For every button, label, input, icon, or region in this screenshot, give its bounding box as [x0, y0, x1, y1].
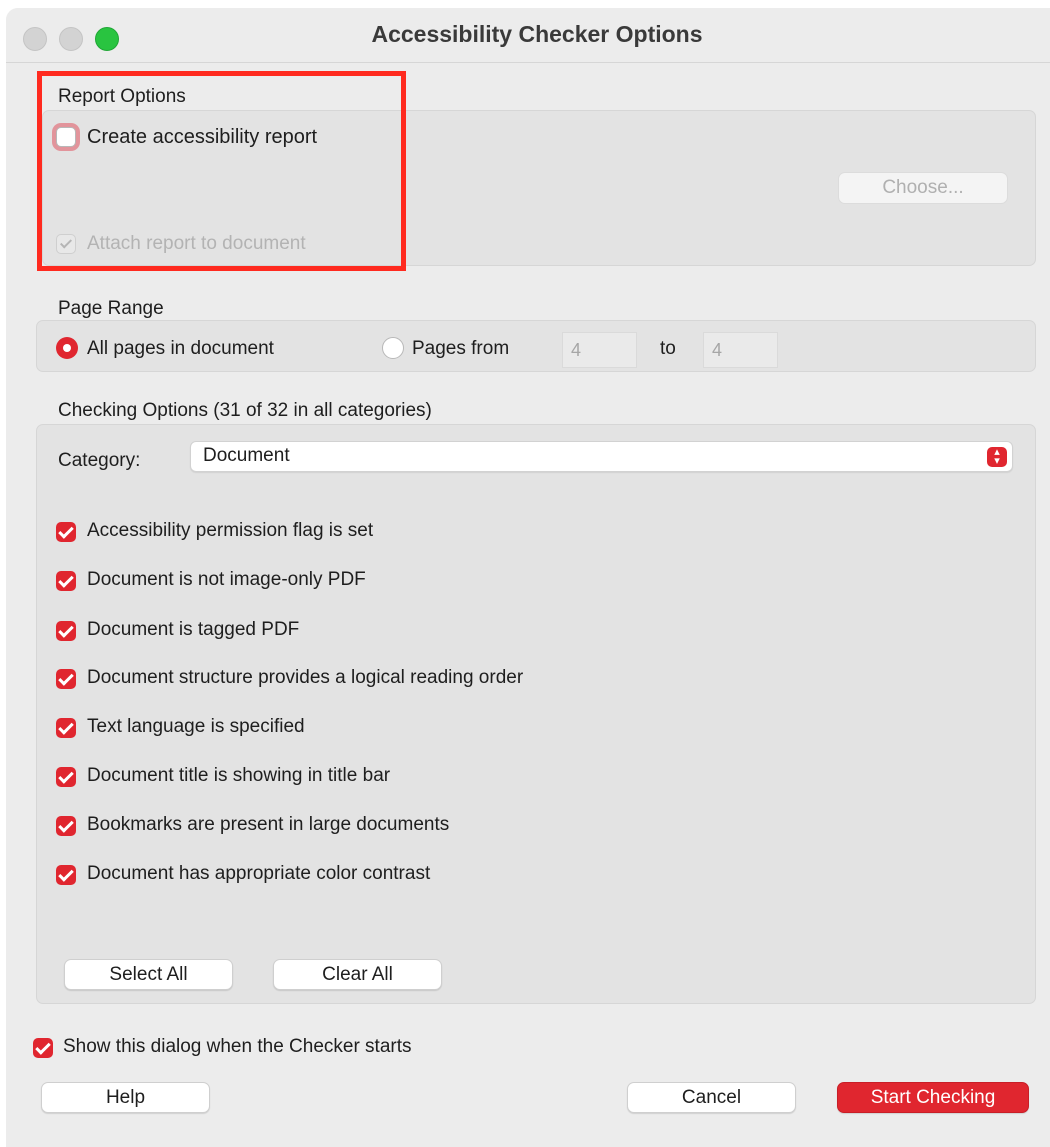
category-value: Document: [203, 445, 290, 466]
choose-button[interactable]: Choose...: [838, 172, 1008, 204]
pages-from-label: Pages from: [412, 338, 510, 359]
category-select[interactable]: Document ▴ ▾: [190, 441, 1013, 472]
page-range-heading: Page Range: [58, 298, 164, 319]
select-all-button[interactable]: Select All: [64, 959, 233, 990]
window-title: Accessibility Checker Options: [371, 21, 703, 47]
check-text-language-checkbox[interactable]: [56, 718, 76, 738]
check-permission-flag-checkbox[interactable]: [56, 522, 76, 542]
check-reading-order-checkbox[interactable]: [56, 669, 76, 689]
pages-from-radio[interactable]: [382, 337, 404, 359]
check-permission-flag-label: Accessibility permission flag is set: [87, 520, 374, 541]
start-checking-button[interactable]: Start Checking: [837, 1082, 1029, 1113]
all-pages-radio[interactable]: [56, 337, 78, 359]
cancel-button[interactable]: Cancel: [627, 1082, 796, 1113]
pages-to-input[interactable]: 4: [703, 332, 778, 368]
check-color-contrast-checkbox[interactable]: [56, 865, 76, 885]
help-button[interactable]: Help: [41, 1082, 210, 1113]
highlight-box: [37, 71, 406, 271]
chevron-up-down-icon: ▴ ▾: [987, 447, 1007, 467]
check-color-contrast-label: Document has appropriate color contrast: [87, 863, 431, 884]
check-tagged-pdf-checkbox[interactable]: [56, 621, 76, 641]
check-title-bar-checkbox[interactable]: [56, 767, 76, 787]
check-bookmarks-checkbox[interactable]: [56, 816, 76, 836]
checking-options-panel: [36, 424, 1036, 1004]
check-bookmarks-label: Bookmarks are present in large documents: [87, 814, 450, 835]
title-bar: Accessibility Checker Options: [6, 8, 1050, 63]
pages-from-input[interactable]: 4: [562, 332, 637, 368]
check-title-bar-label: Document title is showing in title bar: [87, 765, 391, 786]
check-reading-order-label: Document structure provides a logical re…: [87, 667, 524, 688]
show-dialog-checkbox[interactable]: [33, 1038, 53, 1058]
check-not-image-only-label: Document is not image-only PDF: [87, 569, 366, 590]
show-dialog-label: Show this dialog when the Checker starts: [63, 1036, 412, 1057]
all-pages-label: All pages in document: [87, 338, 274, 359]
pages-to-label: to: [660, 338, 676, 359]
category-label: Category:: [58, 450, 141, 471]
check-text-language-label: Text language is specified: [87, 716, 305, 737]
check-tagged-pdf-label: Document is tagged PDF: [87, 619, 300, 640]
checking-options-heading: Checking Options (31 of 32 in all catego…: [58, 400, 432, 421]
check-not-image-only-checkbox[interactable]: [56, 571, 76, 591]
clear-all-button[interactable]: Clear All: [273, 959, 442, 990]
